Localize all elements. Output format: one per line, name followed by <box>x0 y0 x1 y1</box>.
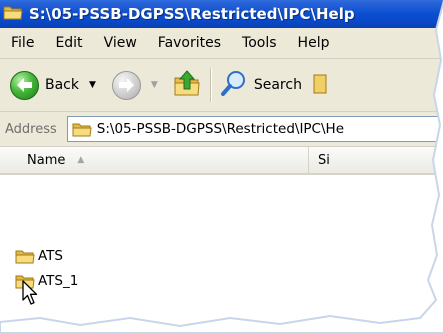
menu-favorites-label: Favorites <box>157 35 222 51</box>
mouse-cursor-icon <box>22 280 38 310</box>
menu-edit-label: Edit <box>55 35 83 51</box>
folder-icon <box>15 248 35 264</box>
column-name-label: Name <box>27 152 66 168</box>
folders-button[interactable] <box>312 65 332 105</box>
folder-icon <box>3 4 23 24</box>
up-folder-icon <box>172 68 202 102</box>
menu-favorites[interactable]: Favorites <box>148 35 232 51</box>
forward-button[interactable]: ▼ <box>111 65 158 105</box>
back-dropdown-icon[interactable]: ▼ <box>89 80 96 90</box>
folders-icon <box>312 69 332 101</box>
list-item[interactable]: ATS <box>15 246 63 266</box>
sort-ascending-icon: ▲ <box>77 155 85 165</box>
menu-help[interactable]: Help <box>288 35 341 51</box>
toolbar-separator <box>209 68 212 102</box>
toolbar: Back ▼ ▼ Search <box>0 59 444 112</box>
column-header: Name ▲ Si <box>0 147 444 175</box>
address-value: S:\05-PSSB-DGPSS\Restricted\IPC\He <box>96 121 344 137</box>
explorer-window: S:\05-PSSB-DGPSS\Restricted\IPC\Help Fil… <box>0 0 444 333</box>
column-size-label: Si <box>318 152 330 168</box>
address-label: Address <box>5 121 57 137</box>
back-arrow-icon <box>10 70 39 100</box>
folder-icon <box>72 121 92 137</box>
window-title: S:\05-PSSB-DGPSS\Restricted\IPC\Help <box>29 5 355 23</box>
file-name: ATS <box>38 248 64 264</box>
address-input[interactable]: S:\05-PSSB-DGPSS\Restricted\IPC\He <box>66 116 444 142</box>
menu-view-label: View <box>103 35 137 51</box>
file-name: ATS_1 <box>38 273 79 289</box>
menu-bar: File Edit View Favorites Tools Help <box>0 28 444 59</box>
title-bar[interactable]: S:\05-PSSB-DGPSS\Restricted\IPC\Help <box>0 0 444 28</box>
column-header-name[interactable]: Name ▲ <box>0 147 309 173</box>
menu-tools[interactable]: Tools <box>232 35 288 51</box>
search-label: Search <box>253 77 302 93</box>
forward-dropdown-icon[interactable]: ▼ <box>151 80 158 90</box>
back-button[interactable]: Back ▼ <box>10 65 96 105</box>
back-label: Back <box>45 77 79 93</box>
menu-view[interactable]: View <box>94 35 148 51</box>
file-list: ATS ATS_1 <box>0 176 444 333</box>
search-button[interactable]: Search <box>220 65 302 105</box>
search-icon <box>220 69 248 101</box>
column-header-size[interactable]: Si <box>318 147 330 173</box>
menu-file-label: File <box>11 35 35 51</box>
menu-help-label: Help <box>297 35 330 51</box>
up-folder-button[interactable] <box>172 65 202 105</box>
address-bar: Address S:\05-PSSB-DGPSS\Restricted\IPC\… <box>0 112 444 147</box>
menu-edit[interactable]: Edit <box>45 35 93 51</box>
menu-tools-label: Tools <box>242 35 277 51</box>
forward-arrow-icon <box>111 70 141 100</box>
menu-file[interactable]: File <box>0 35 45 51</box>
